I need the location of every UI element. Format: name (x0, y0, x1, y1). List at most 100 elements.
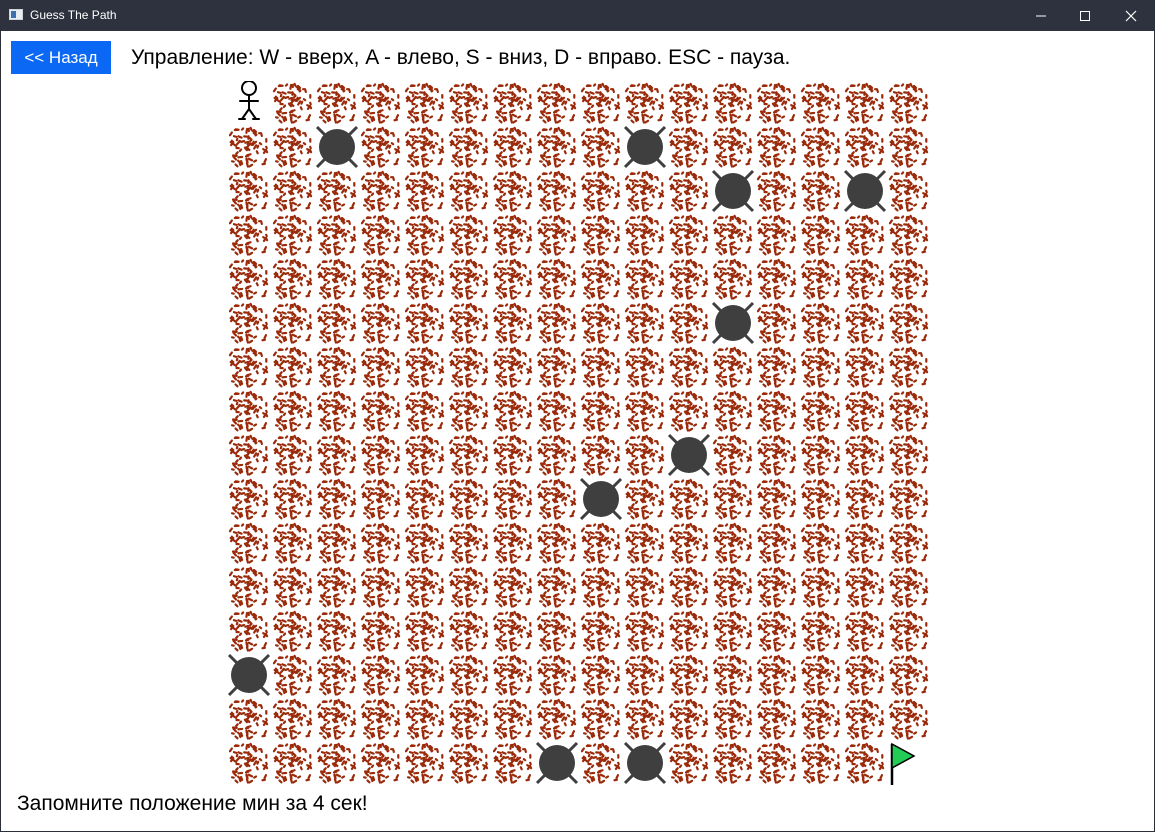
dirt-tile (359, 389, 403, 433)
dirt-tile (623, 565, 667, 609)
dirt-tile (755, 125, 799, 169)
dirt-tile (755, 301, 799, 345)
dirt-tile (227, 213, 271, 257)
dirt-tile (447, 257, 491, 301)
dirt-tile (447, 741, 491, 785)
dirt-tile (623, 81, 667, 125)
dirt-tile (403, 477, 447, 521)
dirt-tile (579, 653, 623, 697)
mine-icon (579, 477, 623, 521)
dirt-tile (227, 477, 271, 521)
dirt-tile (799, 741, 843, 785)
dirt-tile (535, 433, 579, 477)
dirt-tile (887, 257, 931, 301)
game-board[interactable] (227, 81, 931, 785)
minimize-button[interactable] (1018, 0, 1064, 31)
dirt-tile (623, 169, 667, 213)
dirt-tile (887, 433, 931, 477)
minimize-icon (1036, 15, 1046, 16)
dirt-tile (887, 169, 931, 213)
close-button[interactable] (1108, 0, 1154, 31)
dirt-tile (315, 477, 359, 521)
dirt-tile (843, 125, 887, 169)
dirt-tile (447, 477, 491, 521)
dirt-tile (227, 125, 271, 169)
dirt-tile (535, 389, 579, 433)
dirt-tile (799, 697, 843, 741)
dirt-tile (579, 213, 623, 257)
back-button[interactable]: << Назад (11, 41, 111, 74)
dirt-tile (755, 521, 799, 565)
dirt-tile (755, 609, 799, 653)
dirt-tile (755, 257, 799, 301)
dirt-tile (623, 345, 667, 389)
dirt-tile (403, 213, 447, 257)
dirt-tile (271, 521, 315, 565)
dirt-tile (315, 741, 359, 785)
maximize-button[interactable] (1062, 0, 1108, 31)
dirt-tile (227, 345, 271, 389)
dirt-tile (359, 653, 403, 697)
dirt-tile (667, 477, 711, 521)
dirt-tile (799, 565, 843, 609)
dirt-tile (491, 565, 535, 609)
dirt-tile (271, 257, 315, 301)
dirt-tile (359, 345, 403, 389)
dirt-tile (271, 741, 315, 785)
dirt-tile (843, 389, 887, 433)
dirt-tile (579, 81, 623, 125)
dirt-tile (623, 609, 667, 653)
dirt-tile (755, 565, 799, 609)
dirt-tile (315, 609, 359, 653)
dirt-tile (667, 301, 711, 345)
dirt-tile (623, 389, 667, 433)
dirt-tile (271, 697, 315, 741)
dirt-tile (711, 697, 755, 741)
window-title: Guess The Path (30, 8, 117, 22)
dirt-tile (755, 345, 799, 389)
dirt-tile (535, 565, 579, 609)
dirt-tile (799, 433, 843, 477)
dirt-tile (491, 609, 535, 653)
dirt-tile (535, 653, 579, 697)
dirt-tile (491, 81, 535, 125)
dirt-tile (491, 213, 535, 257)
dirt-tile (711, 609, 755, 653)
mine-icon (535, 741, 579, 785)
dirt-tile (271, 609, 315, 653)
dirt-tile (227, 697, 271, 741)
dirt-tile (227, 169, 271, 213)
dirt-tile (711, 653, 755, 697)
dirt-tile (359, 697, 403, 741)
dirt-tile (403, 697, 447, 741)
dirt-tile (271, 81, 315, 125)
dirt-tile (755, 477, 799, 521)
board-tiles (227, 81, 931, 785)
dirt-tile (359, 213, 403, 257)
dirt-tile (271, 653, 315, 697)
dirt-tile (403, 433, 447, 477)
dirt-tile (227, 741, 271, 785)
dirt-tile (359, 433, 403, 477)
dirt-tile (447, 125, 491, 169)
dirt-tile (623, 521, 667, 565)
dirt-tile (711, 345, 755, 389)
dirt-tile (315, 389, 359, 433)
dirt-tile (271, 213, 315, 257)
dirt-tile (799, 213, 843, 257)
dirt-tile (711, 477, 755, 521)
dirt-tile (271, 125, 315, 169)
dirt-tile (711, 521, 755, 565)
dirt-tile (535, 81, 579, 125)
dirt-tile (623, 213, 667, 257)
dirt-tile (359, 565, 403, 609)
status-message: Запомните положение мин за 4 сек! (17, 792, 368, 815)
dirt-tile (843, 81, 887, 125)
dirt-tile (667, 389, 711, 433)
dirt-tile (799, 169, 843, 213)
dirt-tile (887, 565, 931, 609)
dirt-tile (491, 741, 535, 785)
dirt-tile (491, 653, 535, 697)
dirt-tile (711, 565, 755, 609)
mine-icon (623, 741, 667, 785)
